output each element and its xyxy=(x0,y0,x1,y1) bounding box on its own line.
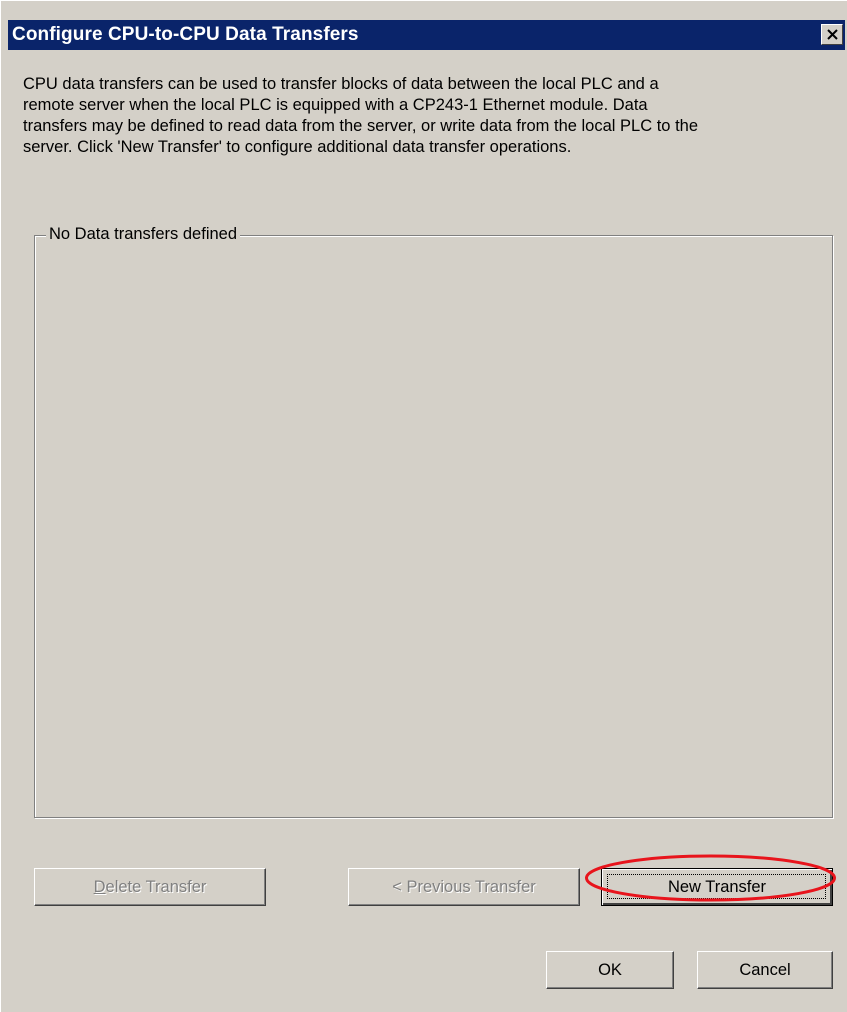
cancel-label: Cancel xyxy=(739,960,791,979)
description-text: CPU data transfers can be used to transf… xyxy=(23,74,838,158)
transfers-group-label: No Data transfers defined xyxy=(46,225,241,244)
window-title: Configure CPU-to-CPU Data Transfers xyxy=(12,24,359,45)
ok-label: OK xyxy=(598,960,622,979)
description-line: server. Click 'New Transfer' to configur… xyxy=(23,138,572,156)
description-line: transfers may be defined to read data fr… xyxy=(23,117,699,135)
close-button[interactable] xyxy=(821,24,843,45)
cancel-button[interactable]: Cancel xyxy=(697,951,833,989)
previous-transfer-label: < Previous Transfer xyxy=(392,877,536,896)
delete-transfer-label: Delete Transfer xyxy=(93,877,207,896)
previous-transfer-button[interactable]: < Previous Transfer xyxy=(348,868,580,906)
new-transfer-label: New Transfer xyxy=(667,877,767,896)
ok-button[interactable]: OK xyxy=(546,951,674,989)
transfers-groupbox xyxy=(34,235,833,818)
delete-transfer-button[interactable]: Delete Transfer xyxy=(34,868,266,906)
description-line: remote server when the local PLC is equi… xyxy=(23,96,648,114)
close-icon xyxy=(827,29,838,40)
title-bar: Configure CPU-to-CPU Data Transfers xyxy=(8,20,845,50)
new-transfer-button[interactable]: New Transfer xyxy=(601,868,833,906)
description-line: CPU data transfers can be used to transf… xyxy=(23,75,659,93)
configure-transfers-dialog: Configure CPU-to-CPU Data Transfers CPU … xyxy=(0,0,847,1012)
